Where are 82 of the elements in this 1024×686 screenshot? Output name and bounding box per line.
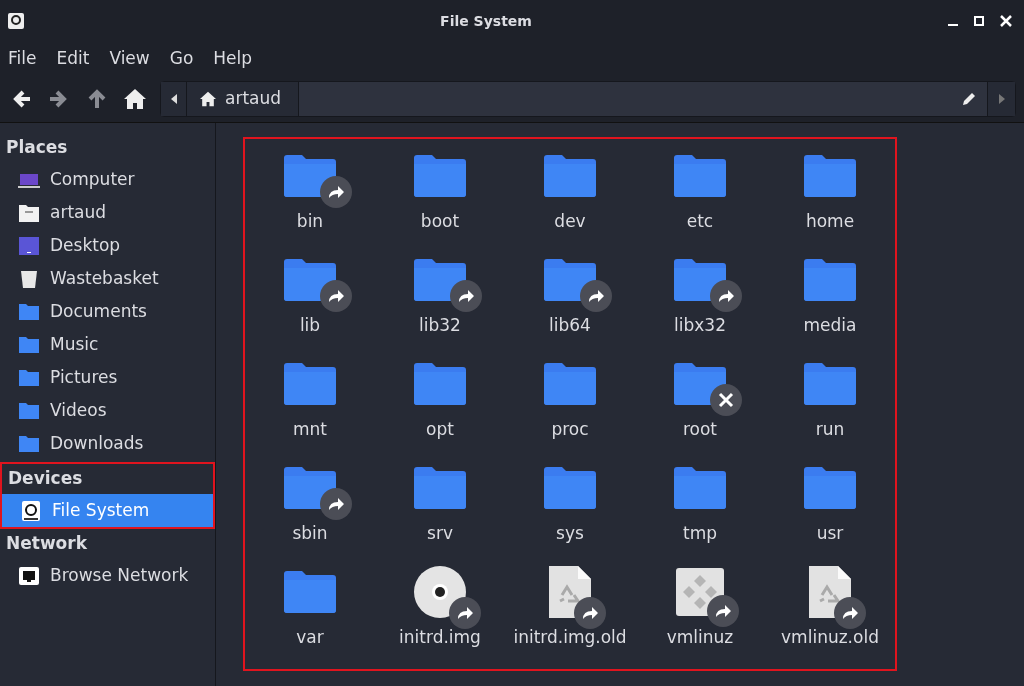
- folder-tile[interactable]: bin: [245, 145, 375, 249]
- section-heading: Places: [5, 136, 69, 160]
- sidebar-item[interactable]: Videos: [0, 394, 215, 427]
- sidebar-item[interactable]: Computer: [0, 163, 215, 196]
- no-access-icon: [710, 384, 742, 416]
- folder-tile[interactable]: run: [765, 353, 895, 457]
- sidebar-item[interactable]: Music: [0, 328, 215, 361]
- app-icon: [8, 13, 24, 29]
- folder-icon: [802, 466, 858, 510]
- desktop-icon: [18, 235, 40, 256]
- sidebar-item[interactable]: Desktop: [0, 229, 215, 262]
- sidebar-item[interactable]: Browse Network: [0, 559, 215, 592]
- maximize-button[interactable]: [974, 16, 984, 26]
- folder-icon: [802, 362, 858, 406]
- home-icon: [199, 90, 217, 107]
- document-tile[interactable]: initrd.img.old: [505, 561, 635, 665]
- sidebar-item[interactable]: artaud: [0, 196, 215, 229]
- folder-icon: [282, 570, 338, 614]
- pencil-icon: [961, 90, 977, 107]
- folder-icon: [672, 466, 728, 510]
- sidebar-item[interactable]: Documents: [0, 295, 215, 328]
- home-folder-icon: [18, 202, 40, 223]
- folder-tile[interactable]: tmp: [635, 457, 765, 561]
- folder-tile[interactable]: srv: [375, 457, 505, 561]
- folder-tile[interactable]: home: [765, 145, 895, 249]
- drive-icon: [20, 500, 42, 521]
- path-segment[interactable]: artaud: [187, 81, 299, 116]
- menu-item[interactable]: Help: [213, 45, 253, 72]
- folder-icon: [802, 258, 858, 302]
- sidebar-item[interactable]: Wastebasket: [0, 262, 215, 295]
- home-icon: [123, 87, 147, 110]
- menu-item[interactable]: File: [8, 45, 37, 72]
- window-title: File System: [439, 11, 533, 31]
- folder-icon: [412, 466, 468, 510]
- document-tile[interactable]: vmlinuz: [635, 561, 765, 665]
- network-port-icon: [18, 565, 40, 586]
- document-tile[interactable]: vmlinuz.old: [765, 561, 895, 665]
- folder-tile[interactable]: etc: [635, 145, 765, 249]
- caret-right-icon: [998, 93, 1005, 104]
- folder-icon: [18, 301, 40, 322]
- caret-left-icon: [170, 93, 177, 104]
- folder-tile[interactable]: opt: [375, 353, 505, 457]
- folder-tile[interactable]: libx32: [635, 249, 765, 353]
- folder-icon: [672, 154, 728, 198]
- folder-icon: [542, 362, 598, 406]
- folder-icon: [18, 367, 40, 388]
- folder-icon: [542, 154, 598, 198]
- folder-icon: [542, 466, 598, 510]
- sidebar-item[interactable]: File System: [2, 494, 213, 527]
- close-icon: [1000, 15, 1012, 27]
- folder-icon: [412, 362, 468, 406]
- trash-icon: [18, 268, 40, 289]
- path-scroll-right-button[interactable]: [987, 81, 1015, 116]
- folder-icon: [18, 334, 40, 355]
- folder-tile[interactable]: var: [245, 561, 375, 665]
- folder-icon: [282, 362, 338, 406]
- folder-tile[interactable]: lib32: [375, 249, 505, 353]
- close-button[interactable]: [1000, 15, 1012, 27]
- folder-tile[interactable]: sys: [505, 457, 635, 561]
- sidebar-item[interactable]: Pictures: [0, 361, 215, 394]
- folder-tile[interactable]: media: [765, 249, 895, 353]
- section-heading: Devices: [7, 467, 84, 491]
- folder-tile[interactable]: lib64: [505, 249, 635, 353]
- folder-tile[interactable]: root: [635, 353, 765, 457]
- folder-tile[interactable]: mnt: [245, 353, 375, 457]
- folder-icon: [18, 433, 40, 454]
- sidebar-item[interactable]: Downloads: [0, 427, 215, 460]
- folder-tile[interactable]: dev: [505, 145, 635, 249]
- menu-item[interactable]: Edit: [56, 45, 90, 72]
- folder-tile[interactable]: usr: [765, 457, 895, 561]
- folder-tile[interactable]: boot: [375, 145, 505, 249]
- folder-tile[interactable]: lib: [245, 249, 375, 353]
- folder-icon: [18, 400, 40, 421]
- path-scroll-left-button[interactable]: [161, 81, 187, 116]
- document-tile[interactable]: initrd.img: [375, 561, 505, 665]
- folder-tile[interactable]: proc: [505, 353, 635, 457]
- menu-item[interactable]: View: [109, 45, 150, 72]
- folder-icon: [802, 154, 858, 198]
- menu-item[interactable]: Go: [169, 45, 194, 72]
- folder-tile[interactable]: sbin: [245, 457, 375, 561]
- section-heading: Network: [5, 532, 88, 556]
- folder-icon: [412, 154, 468, 198]
